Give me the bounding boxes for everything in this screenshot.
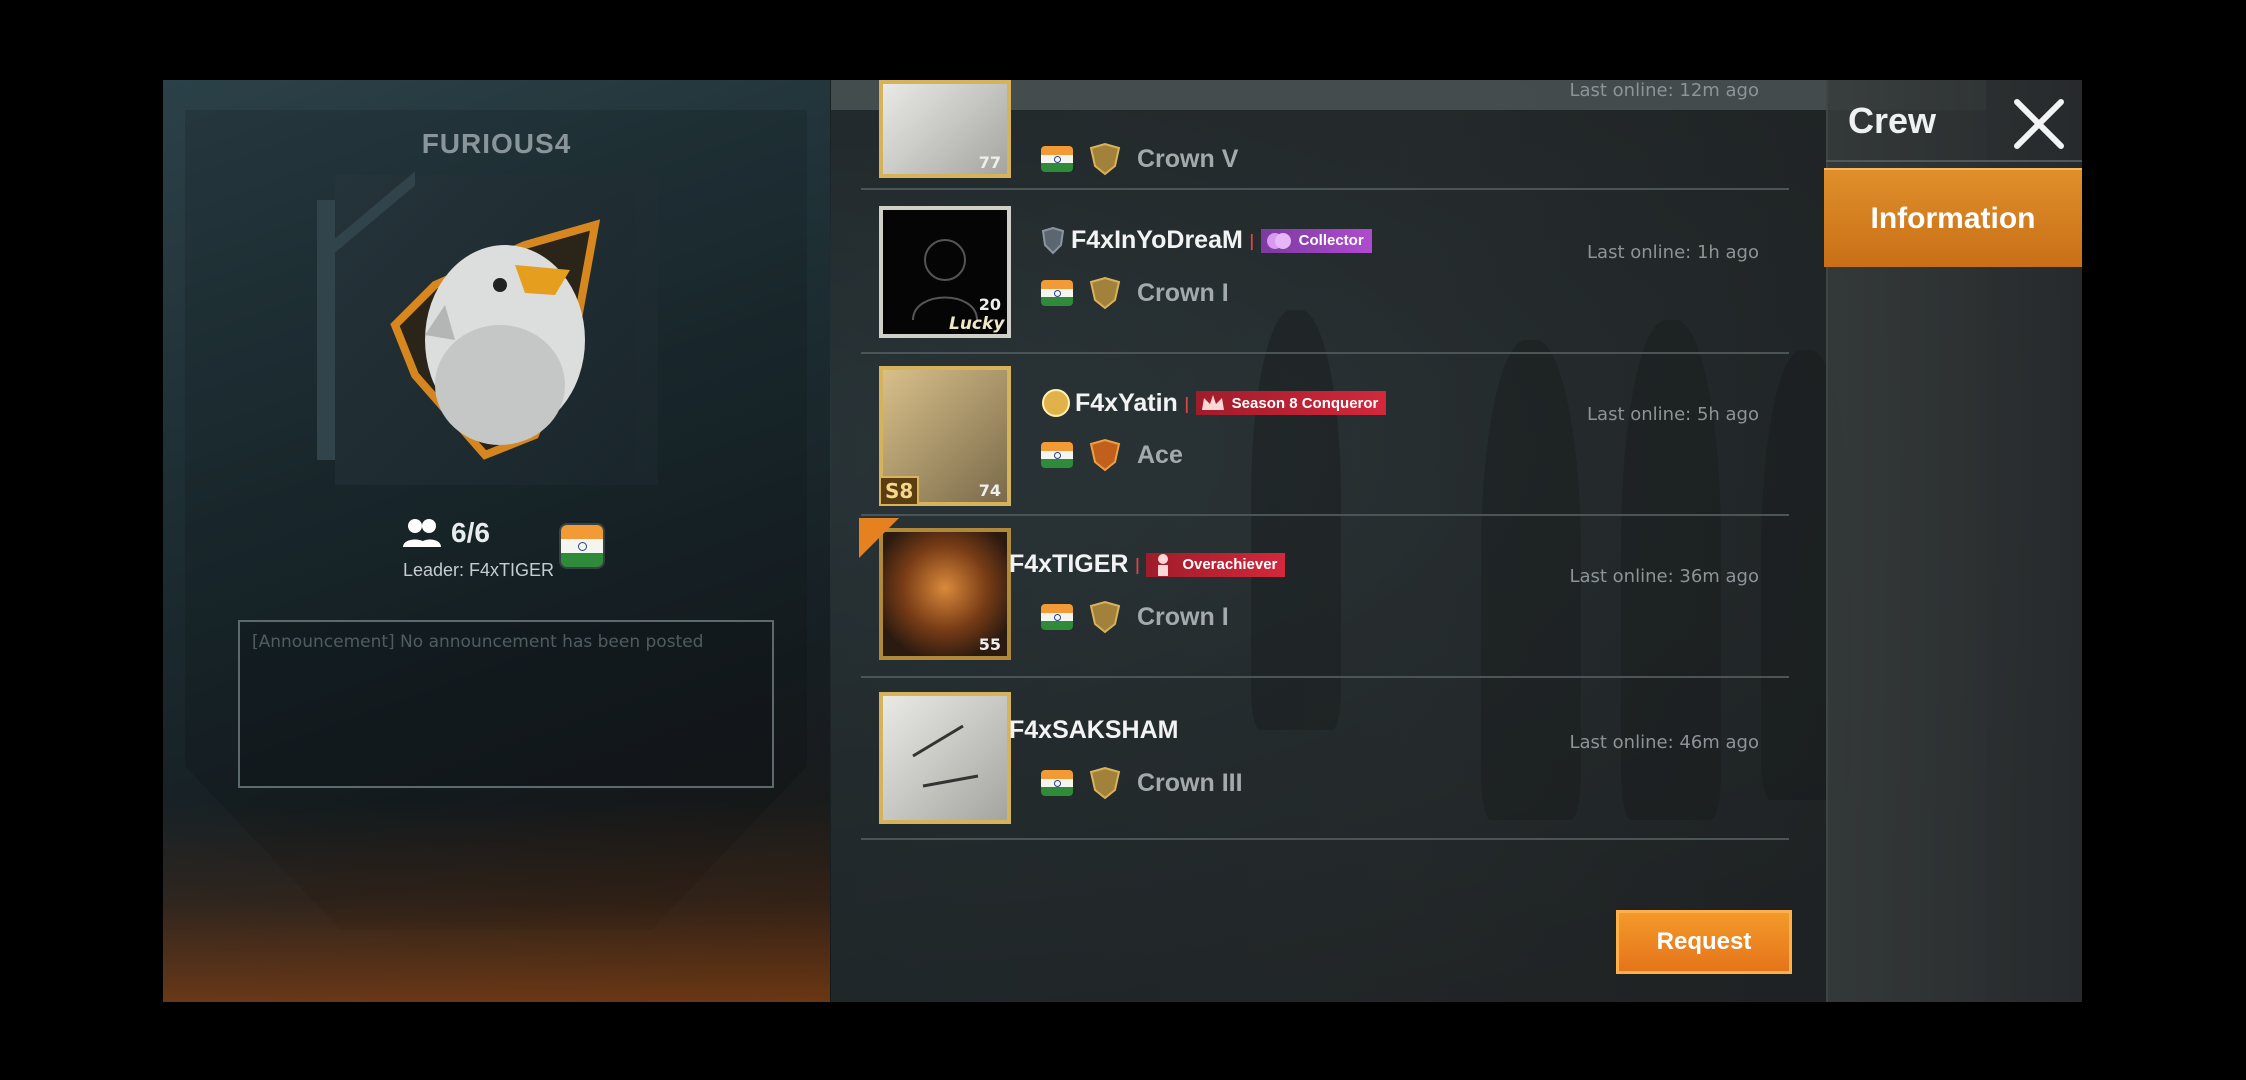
member-count: 6/6 [401, 517, 490, 549]
tier-crest-icon [1089, 276, 1121, 310]
member-row[interactable]: F4xSAKSHAM Crown III Last online: 46m ag… [861, 676, 1789, 840]
announcement-box[interactable]: [Announcement] No announcement has been … [238, 620, 774, 788]
member-row[interactable]: 55 F4xTIGER | Overachiever Crown I Last … [859, 514, 1789, 678]
india-flag-icon [1041, 770, 1073, 796]
last-online: Last online: 5h ago [1587, 404, 1759, 425]
tier-name: Ace [1137, 440, 1183, 469]
member-tier: Crown I [1041, 276, 1229, 310]
member-avatar[interactable]: 55 [859, 518, 1011, 660]
member-tier: Crown V [1041, 142, 1238, 176]
tier-crest-icon [1089, 600, 1121, 634]
member-name[interactable]: F4xTIGER [1009, 550, 1128, 579]
tier-name: Crown V [1137, 144, 1239, 173]
title-badge-label: Season 8 Conqueror [1231, 394, 1379, 412]
member-name-line: F4xTIGER | Overachiever [1009, 550, 1286, 579]
member-name-line: F4xInYoDreaM | Collector [1041, 226, 1372, 255]
announcement-text: [Announcement] No announcement has been … [252, 632, 704, 652]
crew-name: FURIOUS4 [421, 128, 572, 159]
member-level: 77 [978, 153, 1001, 172]
tier-crest-icon [1089, 766, 1121, 800]
india-flag-icon [1041, 442, 1073, 468]
last-online: Last online: 12m ago [1569, 80, 1759, 101]
member-name[interactable]: F4xSAKSHAM [1009, 716, 1178, 745]
member-count-value: 6/6 [451, 517, 490, 548]
tier-crest-icon [1089, 142, 1121, 176]
divider [1826, 160, 2082, 162]
game-screen: FURIOUS4 6/6 Leader: F4xTIGER [Announcem… [163, 80, 2082, 1002]
people-icon [403, 519, 441, 547]
india-flag-icon [1041, 146, 1073, 172]
season-badge: S8 [879, 476, 920, 506]
close-icon [2014, 99, 2064, 149]
member-level: 74 [978, 481, 1001, 500]
member-avatar[interactable]: 77 [879, 80, 1011, 178]
member-avatar[interactable]: S8 74 [879, 366, 1011, 506]
last-online: Last online: 36m ago [1569, 566, 1759, 587]
tier-name: Crown III [1137, 768, 1243, 797]
crown-emblem-icon [1201, 395, 1224, 410]
member-name[interactable]: F4xYatin [1075, 389, 1178, 418]
last-online: Last online: 1h ago [1587, 242, 1759, 263]
member-tier: Ace [1041, 438, 1183, 472]
shield-icon [1041, 226, 1065, 254]
member-level: 55 [978, 635, 1001, 654]
title-badge: Overachiever [1146, 552, 1286, 577]
leader-flag-icon [859, 518, 899, 558]
collector-icon [1266, 232, 1291, 249]
member-avatar[interactable]: 20 Lucky [879, 206, 1011, 338]
tier-crest-icon [1089, 438, 1121, 472]
member-row[interactable]: 20 Lucky F4xInYoDreaM | Collector Crown … [861, 190, 1789, 354]
trophy-figure-icon [1158, 553, 1169, 576]
crew-info-panel: FURIOUS4 6/6 Leader: F4xTIGER [Announcem… [163, 80, 830, 1002]
separator: | [1134, 555, 1141, 574]
tab-information[interactable]: Information [1824, 168, 2082, 267]
member-avatar[interactable] [879, 692, 1011, 824]
sidebar-title: Crew [1848, 100, 1937, 141]
india-flag-icon [561, 525, 603, 567]
member-name-line: F4xYatin | Season 8 Conqueror [1041, 388, 1387, 418]
gold-medal-icon [1042, 389, 1070, 417]
member-row[interactable]: 77 Crown V Last online: 12m ago [861, 80, 1789, 190]
crew-leader: Leader: F4xTIGER [403, 560, 555, 580]
last-online: Last online: 46m ago [1569, 732, 1759, 753]
title-badge: Season 8 Conqueror [1195, 391, 1387, 415]
close-button[interactable] [2013, 98, 2065, 150]
tier-name: Crown I [1137, 602, 1229, 631]
sketch-art-icon [912, 724, 979, 788]
crew-emblem-frame [317, 171, 658, 485]
eagle-emblem-icon [390, 219, 601, 460]
member-tier: Crown I [1041, 600, 1229, 634]
member-row[interactable]: S8 74 F4xYatin | Season 8 Conqueror Ace … [861, 352, 1789, 516]
member-list[interactable]: 77 Crown V Last online: 12m ago 20 Lucky… [831, 80, 1986, 1002]
title-badge-label: Overachiever [1182, 556, 1278, 573]
title-badge-label: Collector [1298, 232, 1364, 249]
india-flag-icon [1041, 280, 1073, 306]
avatar-frame-label: Lucky [949, 314, 1005, 334]
separator: | [1248, 231, 1255, 250]
member-tier: Crown III [1041, 766, 1243, 800]
india-flag-icon [1041, 604, 1073, 630]
separator: | [1183, 393, 1190, 413]
member-name[interactable]: F4xInYoDreaM [1071, 226, 1243, 255]
title-badge: Collector [1260, 228, 1372, 253]
tier-name: Crown I [1137, 278, 1229, 307]
request-button[interactable]: Request [1616, 910, 1792, 974]
member-level: 20 [978, 295, 1001, 314]
